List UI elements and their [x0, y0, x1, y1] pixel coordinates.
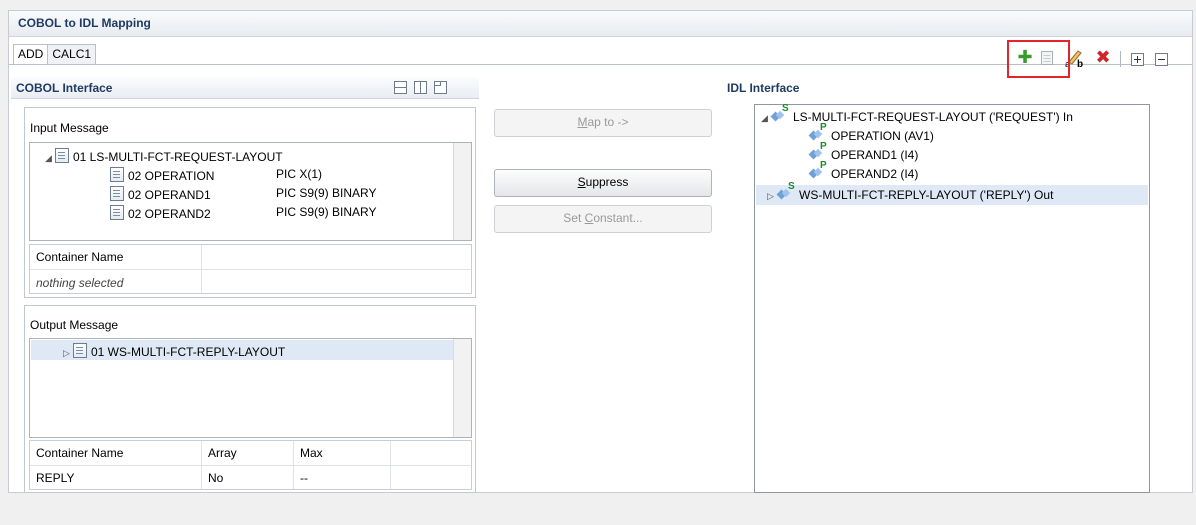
max-value[interactable]: -- — [300, 471, 308, 485]
idl-structure-icon: S — [770, 103, 789, 122]
editor-title: COBOL to IDL Mapping — [18, 16, 151, 30]
layout-vertical-icon[interactable] — [414, 81, 427, 97]
max-header: Max — [300, 446, 323, 460]
input-message-label: Input Message — [30, 121, 109, 135]
set-constant-label-rest: onstant... — [593, 211, 643, 225]
output-message-label: Output Message — [30, 318, 119, 332]
tree-item-operation[interactable]: 02 OPERATION — [110, 167, 214, 183]
idl-structure-icon: S — [776, 181, 795, 200]
collapsed-arrow-icon[interactable]: ▷ — [767, 191, 777, 202]
layout-single-icon[interactable] — [434, 81, 447, 97]
cobol-to-idl-mapping-editor: COBOL to IDL Mapping ADD CALC1 ✚ ab ✖ CO… — [8, 10, 1193, 493]
input-message-group: Input Message ◢ 01 LS-MULTI-FCT-REQUEST-L… — [24, 107, 476, 298]
output-message-tree[interactable]: ▷ 01 WS-MULTI-FCT-REPLY-LAYOUT — [29, 338, 472, 438]
expanded-arrow-icon[interactable]: ◢ — [45, 153, 55, 164]
expanded-arrow-icon[interactable]: ◢ — [761, 113, 771, 124]
tree-item-label: LS-MULTI-FCT-REQUEST-LAYOUT ('REQUEST') … — [793, 110, 1073, 124]
tree-item-operation[interactable]: P OPERATION (AV1) — [808, 122, 934, 143]
tree-item-label: WS-MULTI-FCT-REPLY-LAYOUT ('REPLY') Out — [799, 188, 1054, 202]
idl-interface-tree[interactable]: ◢ S LS-MULTI-FCT-REQUEST-LAYOUT ('REQUEST'… — [754, 103, 1150, 493]
tree-item-reply-layout[interactable]: ▷ 01 WS-MULTI-FCT-REPLY-LAYOUT — [63, 343, 285, 359]
layout-horizontal-icon[interactable] — [394, 81, 407, 97]
tree-item-label: 01 WS-MULTI-FCT-REPLY-LAYOUT — [91, 345, 286, 359]
tree-item-request-layout[interactable]: ◢ 01 LS-MULTI-FCT-REQUEST-LAYOUT — [45, 148, 283, 164]
tree-item-request-layout[interactable]: ◢ S LS-MULTI-FCT-REQUEST-LAYOUT ('REQUEST'… — [761, 103, 1073, 124]
collapse-all-icon[interactable] — [1153, 51, 1169, 67]
idl-interface-title: IDL Interface — [727, 81, 800, 95]
array-header: Array — [208, 446, 237, 460]
tree-item-label: 01 LS-MULTI-FCT-REQUEST-LAYOUT — [73, 150, 283, 164]
cobol-group-icon — [73, 343, 87, 358]
output-container-grid: Container Name Array Max REPLY No -- — [29, 440, 472, 490]
tree-item-label: 02 OPERAND1 — [128, 188, 211, 202]
idl-parameter-icon: P — [808, 141, 827, 160]
tree-item-pic: PIC S9(9) BINARY — [276, 205, 377, 219]
tree-item-operand1[interactable]: 02 OPERAND1 — [110, 186, 211, 202]
tree-item-pic: PIC S9(9) BINARY — [276, 186, 377, 200]
tree-item-label: OPERAND1 (I4) — [831, 148, 919, 162]
container-name-value[interactable]: REPLY — [36, 471, 74, 485]
set-constant-label: Set — [563, 211, 585, 225]
vertical-scrollbar[interactable] — [453, 143, 471, 240]
program-tabs: ADD CALC1 — [13, 44, 97, 65]
container-name-header: Container Name — [36, 446, 124, 460]
suppress-label: uppress — [585, 175, 629, 189]
idl-parameter-icon: P — [808, 122, 827, 141]
toolbar-highlight-box — [1007, 40, 1070, 78]
container-name-value[interactable]: nothing selected — [36, 276, 123, 290]
cobol-interface-title: COBOL Interface — [16, 81, 113, 95]
suppress-mnemonic: S — [577, 175, 586, 189]
output-message-group: Output Message ▷ 01 WS-MULTI-FCT-REPLY-LA… — [24, 305, 476, 493]
input-container-grid: Container Name nothing selected — [29, 244, 472, 294]
tree-item-reply-layout[interactable]: ▷ S WS-MULTI-FCT-REPLY-LAYOUT ('REPLY') Ou… — [767, 181, 1054, 202]
grid-divider — [390, 441, 391, 489]
map-to-button[interactable]: Map to -> — [494, 109, 712, 137]
array-value[interactable]: No — [208, 471, 223, 485]
grid-divider — [201, 245, 202, 293]
tree-item-operand2[interactable]: 02 OPERAND2 — [110, 205, 211, 221]
grid-divider — [201, 441, 202, 489]
cobol-field-icon — [110, 186, 124, 201]
cobol-interface-header: COBOL Interface — [11, 77, 479, 99]
tree-item-pic: PIC X(1) — [276, 167, 323, 181]
tree-item-label: OPERAND2 (I4) — [831, 167, 919, 181]
container-name-header: Container Name — [36, 250, 124, 264]
idl-interface-header: IDL Interface — [721, 77, 1189, 99]
toolbar-separator — [1120, 51, 1121, 67]
editor-title-bar: COBOL to IDL Mapping — [9, 11, 1192, 37]
collapsed-arrow-icon[interactable]: ▷ — [63, 348, 73, 359]
cobol-field-icon — [110, 167, 124, 182]
cobol-field-icon — [110, 205, 124, 220]
idl-parameter-icon: P — [808, 160, 827, 179]
expand-all-icon[interactable] — [1129, 51, 1145, 67]
tab-calc1[interactable]: CALC1 — [47, 44, 97, 65]
tree-item-operand2[interactable]: P OPERAND2 (I4) — [808, 160, 919, 181]
map-to-label: ap to -> — [587, 115, 629, 129]
cobol-group-icon — [55, 148, 69, 163]
map-to-mnemonic: M — [577, 115, 588, 129]
tree-item-label: OPERATION (AV1) — [831, 129, 934, 143]
tree-item-label: 02 OPERATION — [128, 169, 215, 183]
set-constant-button[interactable]: Set Constant... — [494, 205, 712, 233]
svg-text:b: b — [1077, 59, 1083, 68]
tree-item-label: 02 OPERAND2 — [128, 207, 211, 221]
grid-divider — [293, 441, 294, 489]
tab-add[interactable]: ADD — [13, 44, 49, 65]
suppress-button[interactable]: Suppress — [494, 169, 712, 197]
vertical-scrollbar[interactable] — [453, 339, 471, 437]
delete-icon[interactable]: ✖ — [1095, 47, 1111, 67]
input-message-tree[interactable]: ◢ 01 LS-MULTI-FCT-REQUEST-LAYOUT 02 OPERA… — [29, 142, 472, 241]
